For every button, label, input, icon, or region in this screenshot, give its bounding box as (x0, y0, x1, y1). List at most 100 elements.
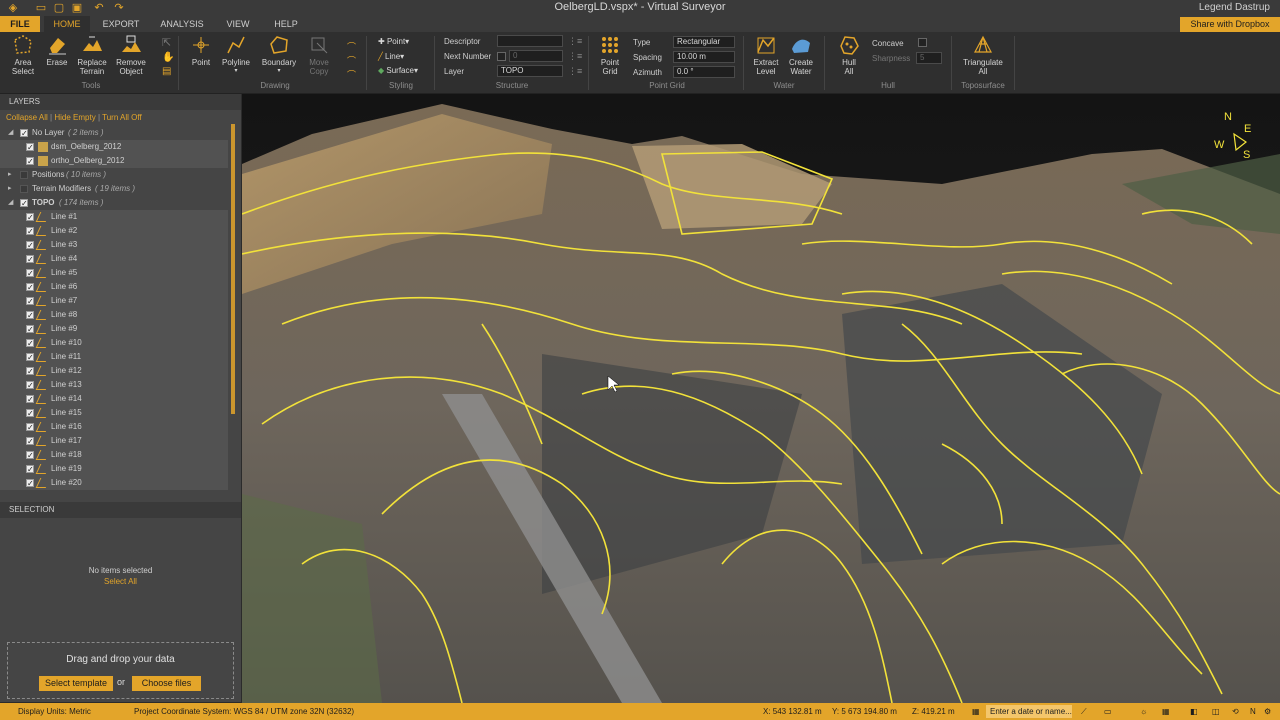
tab-home[interactable]: HOME (44, 16, 90, 32)
visibility-checkbox[interactable] (26, 253, 34, 267)
hull-all-button[interactable]: Hull All (829, 34, 869, 76)
rotate-icon[interactable]: ⟲ (1232, 703, 1239, 720)
list-icon[interactable]: ⋮≡ (568, 36, 582, 47)
select-all-link[interactable]: Select All (0, 577, 241, 586)
visibility-checkbox[interactable] (26, 351, 34, 365)
choose-files-button[interactable]: Choose files (132, 676, 201, 691)
layer-item-line[interactable]: Line #4 (0, 252, 228, 267)
3d-viewport[interactable]: N E S W (242, 94, 1280, 703)
move-copy-button[interactable]: Move Copy (299, 34, 339, 76)
sharpness-input[interactable]: 5 (916, 52, 942, 64)
erase-button[interactable]: Erase (37, 34, 77, 67)
visibility-checkbox[interactable] (26, 281, 34, 295)
layer-item-line[interactable]: Line #9 (0, 322, 228, 337)
next-number-input[interactable]: 0 (509, 50, 563, 62)
turn-all-off-link[interactable]: Turn All Off (102, 113, 142, 122)
settings-icon[interactable]: ⚙ (1264, 703, 1271, 720)
visibility-checkbox[interactable] (26, 449, 34, 463)
visibility-checkbox[interactable] (26, 295, 34, 309)
tab-file[interactable]: FILE (0, 16, 40, 32)
visibility-checkbox[interactable] (26, 379, 34, 393)
layer-item-line[interactable]: Line #14 (0, 392, 228, 407)
style-line-menu[interactable]: ╱ Line▾ (378, 52, 404, 61)
coord-system-text[interactable]: Project Coordinate System: WGS 84 / UTM … (134, 703, 354, 720)
polyline-button[interactable]: Polyline ▾ (216, 34, 256, 76)
visibility-checkbox[interactable] (26, 225, 34, 239)
boundary-dropdown-icon[interactable]: ▾ (259, 67, 299, 76)
style-point-menu[interactable]: ✚ Point▾ (378, 37, 409, 46)
layer-item-line[interactable]: Line #8 (0, 308, 228, 323)
azimuth-input[interactable]: 0.0 ° (673, 66, 735, 78)
hand-tool-icon[interactable]: ✋ (162, 52, 174, 63)
visibility-checkbox[interactable] (26, 309, 34, 323)
visibility-checkbox[interactable] (26, 421, 34, 435)
type-select[interactable]: Rectangular (673, 36, 735, 48)
remove-object-button[interactable]: Remove Object (111, 34, 151, 76)
display-units-text[interactable]: Display Units: Metric (18, 703, 91, 720)
layer-item-line[interactable]: Line #2 (0, 224, 228, 239)
north-icon[interactable]: N (1250, 703, 1256, 720)
replace-terrain-button[interactable]: Replace Terrain (72, 34, 112, 76)
descriptor-input[interactable] (497, 35, 563, 47)
date-search-input[interactable]: Enter a date or name... (986, 705, 1072, 718)
visibility-checkbox[interactable] (26, 337, 34, 351)
user-name[interactable]: Legend Dastrup (1199, 2, 1270, 13)
clipboard-icon[interactable]: ▤ (162, 66, 171, 77)
select-arrow-icon[interactable]: ⇱ (162, 36, 171, 49)
visibility-checkbox[interactable] (26, 463, 34, 477)
visibility-checkbox[interactable] (26, 267, 34, 281)
layer-item-line[interactable]: Line #17 (0, 434, 228, 449)
layers-icon[interactable]: ◫ (1212, 703, 1220, 720)
tab-export[interactable]: EXPORT (98, 16, 144, 32)
visibility-checkbox[interactable] (26, 435, 34, 449)
drop-zone[interactable]: Drag and drop your data Select template … (7, 642, 234, 699)
list-icon[interactable]: ⋮≡ (568, 51, 582, 62)
layers-scrollbar[interactable] (231, 124, 235, 414)
line-style-icon[interactable]: ⌒ (347, 54, 356, 67)
terrain-view[interactable]: N E S W (242, 94, 1280, 703)
layer-group-terrain-modifiers[interactable]: ▸ Terrain Modifiers( 19 items ) (0, 182, 228, 196)
visibility-checkbox[interactable] (26, 365, 34, 379)
chart-icon[interactable]: ⟋ (1081, 703, 1087, 720)
tab-analysis[interactable]: ANALYSIS (156, 16, 208, 32)
layer-item[interactable]: dsm_Oelberg_2012 (0, 140, 228, 155)
visibility-checkbox[interactable] (26, 407, 34, 421)
collapse-icon[interactable]: ◢ (8, 126, 13, 140)
layer-item[interactable]: ortho_Oelberg_2012 (0, 154, 228, 169)
layer-item-line[interactable]: Line #1 (0, 210, 228, 225)
visibility-checkbox[interactable] (20, 127, 28, 141)
point-button[interactable]: Point (181, 34, 221, 67)
spacing-input[interactable]: 10.00 m (673, 51, 735, 63)
layer-item-line[interactable]: Line #7 (0, 294, 228, 309)
layer-item-line[interactable]: Line #11 (0, 350, 228, 365)
tab-view[interactable]: VIEW (220, 16, 256, 32)
visibility-checkbox[interactable] (26, 477, 34, 491)
layer-item-line[interactable]: Line #16 (0, 420, 228, 435)
visibility-checkbox[interactable] (20, 197, 28, 211)
layer-item-line[interactable]: Line #20 (0, 476, 228, 491)
collapse-all-link[interactable]: Collapse All (6, 113, 48, 122)
calendar-icon[interactable]: ▦ (972, 703, 980, 720)
visibility-checkbox[interactable] (26, 393, 34, 407)
expand-icon[interactable]: ▸ (8, 182, 12, 196)
visibility-checkbox[interactable] (26, 155, 34, 169)
layer-item-line[interactable]: Line #6 (0, 280, 228, 295)
hide-empty-link[interactable]: Hide Empty (54, 113, 95, 122)
layer-item-line[interactable]: Line #13 (0, 378, 228, 393)
visibility-checkbox[interactable] (26, 323, 34, 337)
visibility-checkbox[interactable] (20, 185, 28, 193)
extract-level-button[interactable]: Extract Level (746, 34, 786, 76)
visibility-checkbox[interactable] (26, 141, 34, 155)
layer-item-line[interactable]: Line #18 (0, 448, 228, 463)
share-dropbox-button[interactable]: Share with Dropbox (1180, 17, 1280, 32)
point-grid-button[interactable]: Point Grid (590, 34, 630, 76)
layer-item-line[interactable]: Line #12 (0, 364, 228, 379)
style-surface-menu[interactable]: ◆ Surface▾ (378, 66, 418, 75)
next-number-checkbox[interactable] (497, 52, 506, 61)
layer-group-topo[interactable]: ◢ TOPO ( 174 items ) (0, 196, 228, 211)
concave-checkbox[interactable] (918, 38, 927, 47)
line-style-icon[interactable]: ⌒ (347, 40, 356, 53)
collapse-icon[interactable]: ◢ (8, 196, 13, 210)
boundary-button[interactable]: Boundary ▾ (259, 34, 299, 76)
visibility-checkbox[interactable] (26, 239, 34, 253)
